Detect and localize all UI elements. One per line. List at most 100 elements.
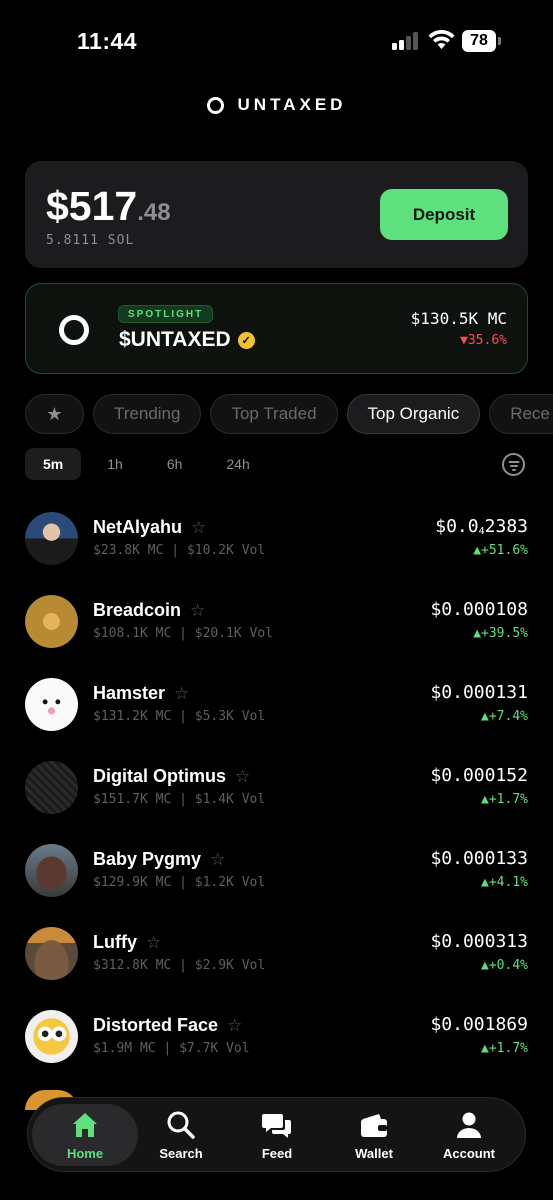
favorite-star-icon[interactable]: ☆ [190, 601, 205, 621]
nav-wallet-label: Wallet [355, 1145, 393, 1161]
token-change: ▲+4.1% [481, 875, 528, 890]
timeframe-tabs: 5m 1h 6h 24h [25, 448, 276, 480]
brand-name: UNTAXED [237, 95, 347, 114]
status-time: 11:44 [77, 28, 138, 54]
spotlight-market-cap: $130.5K MC [410, 309, 507, 328]
token-row[interactable]: Luffy ☆ $312.8K MC | $2.9K Vol $0.000313 … [25, 927, 528, 987]
token-price-suffix: 2383 [484, 516, 528, 537]
tab-trending[interactable]: Trending [93, 394, 202, 434]
token-price-prefix: $0.0 [435, 516, 479, 537]
token-name: Distorted Face ☆ [93, 1015, 242, 1036]
token-name: Baby Pygmy ☆ [93, 849, 225, 870]
token-change: ▲+1.7% [481, 1041, 528, 1056]
spotlight-token-label: $UNTAXED [119, 328, 231, 351]
token-change: ▲+51.6% [473, 543, 528, 558]
token-name: Luffy ☆ [93, 932, 161, 953]
deposit-button[interactable]: Deposit [380, 189, 508, 240]
battery-indicator: 78 [462, 30, 496, 52]
favorite-star-icon[interactable]: ☆ [227, 1016, 242, 1036]
timeframe-24h[interactable]: 24h [208, 448, 267, 480]
spotlight-token-logo-icon [59, 315, 89, 345]
token-meta: $108.1K MC | $20.1K Vol [93, 626, 274, 641]
timeframe-6h[interactable]: 6h [149, 448, 201, 480]
nav-search-label: Search [159, 1145, 203, 1161]
token-price: $0.000152 [430, 765, 528, 786]
token-avatar [25, 678, 78, 731]
favorite-star-icon[interactable]: ☆ [191, 518, 206, 538]
token-avatar [25, 761, 78, 814]
category-tabs: ★ Trending Top Traded Top Organic Rece [25, 394, 553, 434]
token-avatar [25, 927, 78, 980]
token-row[interactable]: NetAlyahu ☆ $23.8K MC | $10.2K Vol $0.042… [25, 512, 528, 572]
token-row[interactable]: Hamster ☆ $131.2K MC | $5.3K Vol $0.00013… [25, 678, 528, 738]
filter-icon[interactable] [502, 453, 525, 476]
token-avatar [25, 1010, 78, 1063]
balance-dollars: $517 [46, 183, 138, 229]
token-name: Hamster ☆ [93, 683, 189, 704]
balance-cents: .48 [137, 199, 171, 226]
token-name-label: Breadcoin [93, 600, 182, 620]
spotlight-badge: SPOTLIGHT [118, 305, 214, 323]
token-row[interactable]: Distorted Face ☆ $1.9M MC | $7.7K Vol $0.… [25, 1010, 528, 1070]
nav-search[interactable]: Search [131, 1104, 231, 1166]
spotlight-token-name: $UNTAXED ✓ [119, 328, 255, 352]
token-name-label: NetAlyahu [93, 517, 183, 537]
spotlight-card[interactable]: SPOTLIGHT $UNTAXED ✓ $130.5K MC ▼35.6% [25, 283, 528, 374]
favorite-star-icon[interactable]: ☆ [174, 684, 189, 704]
nav-feed[interactable]: Feed [227, 1104, 327, 1166]
token-name-label: Digital Optimus [93, 766, 227, 786]
token-change: ▲+0.4% [481, 958, 528, 973]
nav-feed-label: Feed [261, 1145, 293, 1161]
token-avatar [25, 595, 78, 648]
verified-badge-icon: ✓ [237, 331, 255, 349]
favorites-tab-star-icon[interactable]: ★ [25, 394, 84, 434]
token-name: Breadcoin ☆ [93, 600, 205, 621]
token-name-label: Luffy [93, 932, 137, 952]
brand-logo-icon [206, 96, 224, 114]
tab-top-traded[interactable]: Top Traded [210, 394, 338, 434]
balance-card: $517.48 5.8111 SOL Deposit [25, 161, 528, 268]
token-meta: $312.8K MC | $2.9K Vol [93, 958, 266, 973]
home-icon [73, 1112, 97, 1137]
token-meta: $131.2K MC | $5.3K Vol [93, 709, 266, 724]
battery-tip [498, 37, 501, 45]
token-name-label: Hamster [93, 683, 166, 703]
balance-sol: 5.8111 SOL [46, 233, 135, 248]
wifi-icon [428, 30, 455, 49]
token-change: ▲+39.5% [473, 626, 528, 641]
token-price: $0.000313 [430, 931, 528, 952]
token-row[interactable]: Breadcoin ☆ $108.1K MC | $20.1K Vol $0.00… [25, 595, 528, 655]
token-price: $0.000108 [430, 599, 528, 620]
app-header: UNTAXED [0, 95, 553, 115]
token-name-label: Baby Pygmy [93, 849, 202, 869]
balance-amount: $517.48 [46, 183, 171, 230]
timeframe-1h[interactable]: 1h [89, 448, 141, 480]
nav-account-label: Account [443, 1145, 495, 1161]
nav-home-label: Home [66, 1145, 104, 1161]
token-name-label: Distorted Face [93, 1015, 219, 1035]
token-meta: $151.7K MC | $1.4K Vol [93, 792, 266, 807]
favorite-star-icon[interactable]: ☆ [210, 850, 225, 870]
bottom-navigation: Home Search Feed Wallet Account [27, 1097, 526, 1172]
search-icon [167, 1111, 195, 1139]
tab-top-organic[interactable]: Top Organic [346, 394, 481, 434]
favorite-star-icon[interactable]: ☆ [235, 767, 250, 787]
token-meta: $1.9M MC | $7.7K Vol [93, 1041, 250, 1056]
timeframe-5m[interactable]: 5m [25, 448, 82, 480]
token-change: ▲+7.4% [481, 709, 528, 724]
chat-bubbles-icon [262, 1113, 291, 1138]
wallet-icon [361, 1113, 387, 1137]
token-price: $0.001869 [430, 1014, 528, 1035]
favorite-star-icon[interactable]: ☆ [146, 933, 161, 953]
token-price: $0.000131 [430, 682, 528, 703]
spotlight-change: ▼35.6% [460, 333, 507, 348]
token-meta: $23.8K MC | $10.2K Vol [93, 543, 266, 558]
token-row[interactable]: Baby Pygmy ☆ $129.9K MC | $1.2K Vol $0.00… [25, 844, 528, 904]
nav-account[interactable]: Account [419, 1104, 519, 1166]
nav-home[interactable]: Home [32, 1104, 138, 1166]
token-avatar [25, 512, 78, 565]
nav-wallet[interactable]: Wallet [324, 1104, 424, 1166]
tab-recent[interactable]: Rece [489, 394, 553, 434]
token-price: $0.042383 [435, 516, 528, 537]
token-row[interactable]: Digital Optimus ☆ $151.7K MC | $1.4K Vol … [25, 761, 528, 821]
